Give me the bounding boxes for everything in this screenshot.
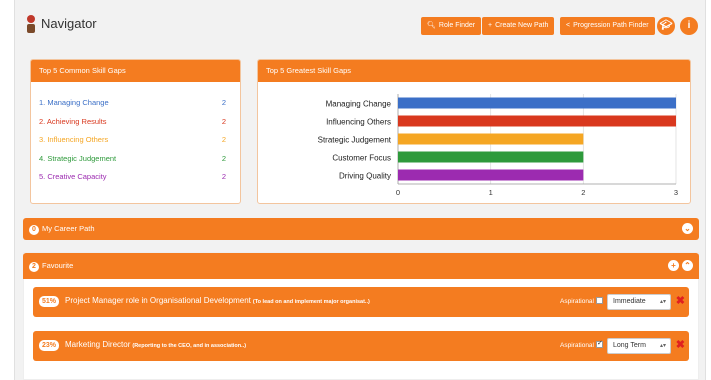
x-tick-label: 1 — [489, 188, 493, 197]
favourite-role-title[interactable]: Marketing Director (Reporting to the CEO,… — [65, 339, 246, 352]
info-icon[interactable]: i — [680, 17, 698, 35]
match-percent-badge: 23% — [39, 340, 60, 351]
add-favourite-icon[interactable]: + — [668, 260, 679, 271]
skill-gap-count: 2 — [221, 135, 226, 144]
plus-icon: + — [488, 22, 493, 29]
skill-gap-label: 1. Managing Change — [39, 98, 109, 107]
favourite-label: Favourite — [42, 261, 74, 270]
chevron-up-icon[interactable]: ⌃ — [682, 260, 693, 271]
timeframe-select[interactable]: Long Term ▴▾ — [607, 338, 671, 354]
common-skill-gaps-card: Top 5 Common Skill Gaps 1. Managing Chan… — [30, 59, 241, 204]
role-title-text: Project Manager role in Organisational D… — [65, 296, 251, 305]
match-percent-badge: 51% — [39, 296, 60, 307]
role-subtitle-text: (Reporting to the CEO, and in associatio… — [132, 343, 247, 349]
y-category-label: Influencing Others — [326, 118, 391, 127]
skill-gap-label: 3. Influencing Others — [39, 135, 109, 144]
role-finder-button[interactable]: 🔍︎ Role Finder — [421, 17, 482, 35]
skill-gap-item[interactable]: 4. Strategic Judgement 2 — [39, 150, 240, 169]
skill-gap-label: 5. Creative Capacity — [39, 172, 107, 181]
skill-gap-label: 4. Strategic Judgement — [39, 153, 117, 163]
y-category-label: Managing Change — [326, 100, 392, 109]
search-icon: 🔍︎ — [427, 22, 436, 29]
aspirational-label: Aspirational — [560, 342, 594, 349]
y-category-label: Driving Quality — [339, 172, 391, 181]
skill-gap-count: 2 — [221, 153, 226, 163]
create-new-path-button[interactable]: + Create New Path — [482, 17, 555, 35]
greatest-skill-gaps-chart: 0 1 2 3 Managing Change Influencing Others Str… — [318, 94, 678, 197]
remove-favourite-icon[interactable]: ✖ — [676, 339, 685, 352]
skill-gap-item[interactable]: 5. Creative Capacity 2 — [39, 168, 240, 187]
timeframe-value: Long Term — [613, 342, 646, 349]
x-tick-label: 0 — [396, 188, 400, 197]
role-title-text: Marketing Director — [65, 340, 131, 349]
favourite-item[interactable]: 23% Marketing Director (Reporting to the C… — [33, 331, 689, 361]
chart-bar[interactable] — [398, 115, 676, 127]
app-title: Navigator — [41, 16, 97, 31]
favourite-item[interactable]: 51% Project Manager role in Organisationa… — [33, 287, 689, 317]
share-icon: < — [566, 22, 571, 29]
chart-bar[interactable] — [398, 97, 676, 109]
skill-gap-label: 2. Achieving Results — [39, 116, 107, 126]
skill-gap-item[interactable]: 3. Influencing Others 2 — [39, 131, 240, 150]
favourite-section[interactable]: 2 Favourite + ⌃ — [23, 253, 699, 279]
x-tick-label: 3 — [674, 188, 678, 197]
chart-bar[interactable] — [398, 133, 584, 145]
timeframe-value: Immediate — [613, 298, 646, 305]
favourite-role-title[interactable]: Project Manager role in Organisational D… — [65, 295, 370, 308]
chevron-down-icon[interactable]: ⌄ — [682, 223, 693, 234]
favourite-count: 2 — [29, 262, 39, 272]
common-skill-gaps-title: Top 5 Common Skill Gaps — [31, 60, 240, 82]
role-subtitle-text: (To lead on and implement major organisa… — [252, 299, 370, 305]
y-category-label: Customer Focus — [332, 154, 391, 163]
timeframe-select[interactable]: Immediate ▴▾ — [607, 294, 671, 310]
skill-gap-count: 2 — [221, 116, 226, 126]
skill-gap-item[interactable]: 1. Managing Change 2 — [39, 94, 240, 113]
navigator-logo-icon — [27, 15, 35, 33]
skill-gap-item[interactable]: 2. Achieving Results 2 — [39, 113, 240, 132]
career-path-label: My Career Path — [42, 224, 95, 233]
career-path-count: 0 — [29, 225, 39, 235]
app-frame: Navigator 🔍︎ Role Finder + Create New Path… — [14, 0, 706, 380]
aspirational-label: Aspirational — [560, 298, 594, 305]
y-category-label: Strategic Judgement — [318, 136, 392, 145]
select-arrows-icon: ▴▾ — [659, 299, 666, 305]
greatest-skill-gaps-title: Top 5 Greatest Skill Gaps — [258, 60, 690, 82]
greatest-skill-gaps-card: Top 5 Greatest Skill Gaps 0 1 2 3 Managing C… — [257, 59, 691, 204]
top-bar: Navigator 🔍︎ Role Finder + Create New Path… — [15, 0, 705, 50]
skill-gap-count: 2 — [221, 172, 226, 181]
skill-gap-count: 2 — [221, 98, 226, 107]
progression-path-finder-button[interactable]: < Progression Path Finder — [560, 17, 655, 35]
x-tick-label: 2 — [581, 188, 585, 197]
chart-bar[interactable] — [398, 169, 584, 181]
aspirational-checkbox[interactable] — [596, 339, 603, 348]
aspirational-checkbox[interactable] — [596, 297, 603, 304]
select-arrows-icon: ▴▾ — [659, 343, 666, 349]
remove-favourite-icon[interactable]: ✖ — [676, 295, 685, 308]
career-path-section[interactable]: 0 My Career Path ⌄ — [23, 218, 699, 240]
graduation-cap-icon[interactable]: 🎓︎ — [657, 17, 675, 35]
common-skill-gaps-list: 1. Managing Change 2 2. Achieving Results 2… — [31, 82, 240, 187]
chart-bar[interactable] — [398, 151, 584, 163]
